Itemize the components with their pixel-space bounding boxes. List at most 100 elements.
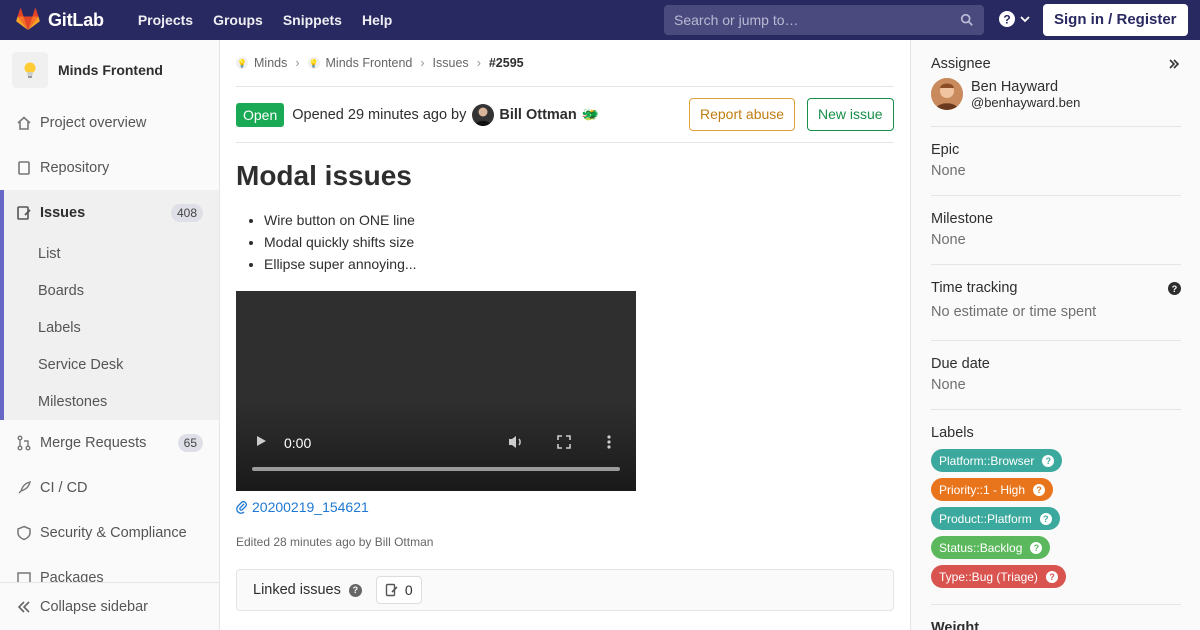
nav-help[interactable]: Help	[352, 12, 402, 28]
list-item: Wire button on ONE line	[264, 209, 894, 231]
sidebar-issues-section: Issues 408 List Boards Labels Service De…	[0, 190, 219, 420]
milestone-value: None	[931, 232, 966, 248]
fullscreen-icon[interactable]	[556, 434, 572, 450]
nav-snippets[interactable]: Snippets	[273, 12, 352, 28]
epic-title: Epic	[931, 142, 960, 158]
project-name: Minds Frontend	[58, 62, 163, 78]
search-placeholder: Search or jump to…	[674, 12, 799, 28]
help-dropdown[interactable]: ?	[998, 10, 1031, 28]
sidebar-item-label: Merge Requests	[40, 434, 147, 451]
play-icon[interactable]	[254, 434, 268, 448]
label-status-backlog[interactable]: Status::Backlog?	[931, 536, 1051, 559]
sidebar-item-issues[interactable]: Issues 408	[4, 190, 219, 235]
label-platform-browser[interactable]: Platform::Browser?	[931, 449, 1063, 472]
sidebar-item-label: Issues	[40, 204, 86, 221]
issues-icon	[16, 205, 32, 221]
labels-title: Labels	[931, 425, 974, 441]
question-icon[interactable]: ?	[1168, 282, 1181, 295]
home-icon	[16, 115, 32, 131]
label-priority-high[interactable]: Priority::1 - High?	[931, 478, 1054, 501]
breadcrumb-issue-id[interactable]: #2595	[489, 56, 524, 70]
nav-groups[interactable]: Groups	[203, 12, 273, 28]
question-icon: ?	[999, 11, 1015, 27]
gitlab-home-link[interactable]: GitLab	[16, 8, 104, 32]
label-text: Type::Bug (Triage)	[939, 569, 1038, 584]
sidebar-subitem-list[interactable]: List	[4, 235, 219, 272]
label-product-platform[interactable]: Product::Platform?	[931, 507, 1060, 530]
report-abuse-button[interactable]: Report abuse	[689, 98, 796, 131]
epic-value: None	[931, 163, 966, 179]
label-text: Status::Backlog	[939, 540, 1023, 555]
linked-issues-label: Linked issues	[253, 582, 341, 598]
more-options-icon[interactable]	[606, 434, 612, 450]
question-icon: ?	[1030, 541, 1043, 554]
sidebar-subitem-labels[interactable]: Labels	[4, 309, 219, 346]
lightbulb-icon	[24, 62, 36, 78]
question-icon: ?	[1045, 570, 1058, 583]
assignee-row[interactable]: Ben Hayward @benhayward.ben	[931, 78, 1181, 110]
author-avatar[interactable]	[472, 103, 495, 126]
sidebar-subitem-service-desk[interactable]: Service Desk	[4, 346, 219, 383]
double-chevron-left-icon	[17, 600, 30, 613]
dragon-icon: 🐲	[581, 106, 600, 122]
milestone-block: Milestone None	[931, 196, 1181, 265]
label-text: Product::Platform	[939, 511, 1032, 526]
sidebar-item-security[interactable]: Security & Compliance	[0, 510, 219, 555]
issue-description: Wire button on ONE line Modal quickly sh…	[236, 209, 894, 275]
sidebar-subitem-boards[interactable]: Boards	[4, 272, 219, 309]
volume-icon[interactable]	[507, 434, 525, 450]
new-issue-button[interactable]: New issue	[807, 98, 894, 131]
question-icon: ?	[1033, 483, 1046, 496]
sidebar-item-label: Project overview	[40, 114, 147, 131]
linked-count-value: 0	[404, 582, 413, 598]
breadcrumb-minds-frontend[interactable]: 💡 Minds Frontend	[307, 56, 412, 70]
author-name[interactable]: Bill Ottman	[499, 107, 576, 123]
brand-name: GitLab	[48, 9, 104, 30]
breadcrumb-minds[interactable]: 💡 Minds	[236, 56, 287, 70]
weight-title: Weight	[931, 620, 980, 630]
sidebar-item-merge-requests[interactable]: Merge Requests 65	[0, 420, 219, 465]
shield-icon	[16, 525, 32, 541]
linked-issues-panel: Linked issues ? 0	[236, 569, 894, 611]
sign-in-button[interactable]: Sign in / Register	[1043, 4, 1188, 36]
video-player[interactable]: 0:00	[236, 291, 636, 491]
help-icon[interactable]: ?	[348, 583, 362, 597]
sidebar-subitem-milestones[interactable]: Milestones	[4, 383, 219, 420]
assignee-name: Ben Hayward	[971, 78, 1059, 95]
sidebar-item-repository[interactable]: Repository	[0, 145, 219, 190]
collapse-sidebar-button[interactable]: Collapse sidebar	[0, 582, 219, 630]
rocket-icon	[16, 480, 32, 496]
issue-right-sidebar: Assignee Ben Hayward @benhayward.ben Epi…	[910, 40, 1200, 630]
top-navbar: GitLab Projects Groups Snippets Help Sea…	[0, 0, 1200, 40]
collapse-sidebar-label: Collapse sidebar	[40, 598, 149, 615]
weight-block: Weight	[931, 605, 1181, 630]
linked-issues-count[interactable]: 0	[375, 576, 422, 604]
time-tracking-title: Time tracking	[931, 280, 1018, 296]
assignee-block: Assignee Ben Hayward @benhayward.ben	[931, 40, 1181, 127]
question-icon: ?	[1042, 454, 1055, 467]
breadcrumb-issues[interactable]: Issues	[433, 56, 469, 70]
breadcrumb-separator: ›	[295, 56, 300, 70]
lightbulb-icon: 💡	[307, 57, 320, 69]
issues-count-badge: 408	[170, 203, 203, 222]
nav-projects[interactable]: Projects	[128, 12, 203, 28]
status-badge: Open	[236, 102, 285, 127]
due-date-title: Due date	[931, 356, 990, 372]
attachment-link[interactable]: 20200219_154621	[236, 499, 894, 515]
video-progress-bar[interactable]	[252, 467, 620, 471]
epic-block: Epic None	[931, 127, 1181, 196]
labels-block: Labels Platform::Browser? Priority::1 - …	[931, 410, 1181, 605]
attachment-name: 20200219_154621	[252, 499, 369, 515]
labels-list: Platform::Browser? Priority::1 - High? P…	[931, 449, 1181, 594]
search-input[interactable]: Search or jump to…	[664, 5, 984, 35]
opened-info: Opened 29 minutes ago by	[292, 106, 467, 123]
sidebar-item-ci-cd[interactable]: CI / CD	[0, 465, 219, 510]
due-date-value: None	[931, 377, 966, 393]
label-type-bug-triage[interactable]: Type::Bug (Triage)?	[931, 565, 1066, 588]
top-nav-menu: Projects Groups Snippets Help	[128, 12, 403, 28]
merge-request-icon	[16, 435, 32, 451]
double-chevron-right-icon[interactable]	[1167, 57, 1181, 71]
paperclip-icon	[236, 501, 247, 514]
sidebar-item-project-overview[interactable]: Project overview	[0, 100, 219, 145]
project-header[interactable]: Minds Frontend	[0, 40, 219, 100]
